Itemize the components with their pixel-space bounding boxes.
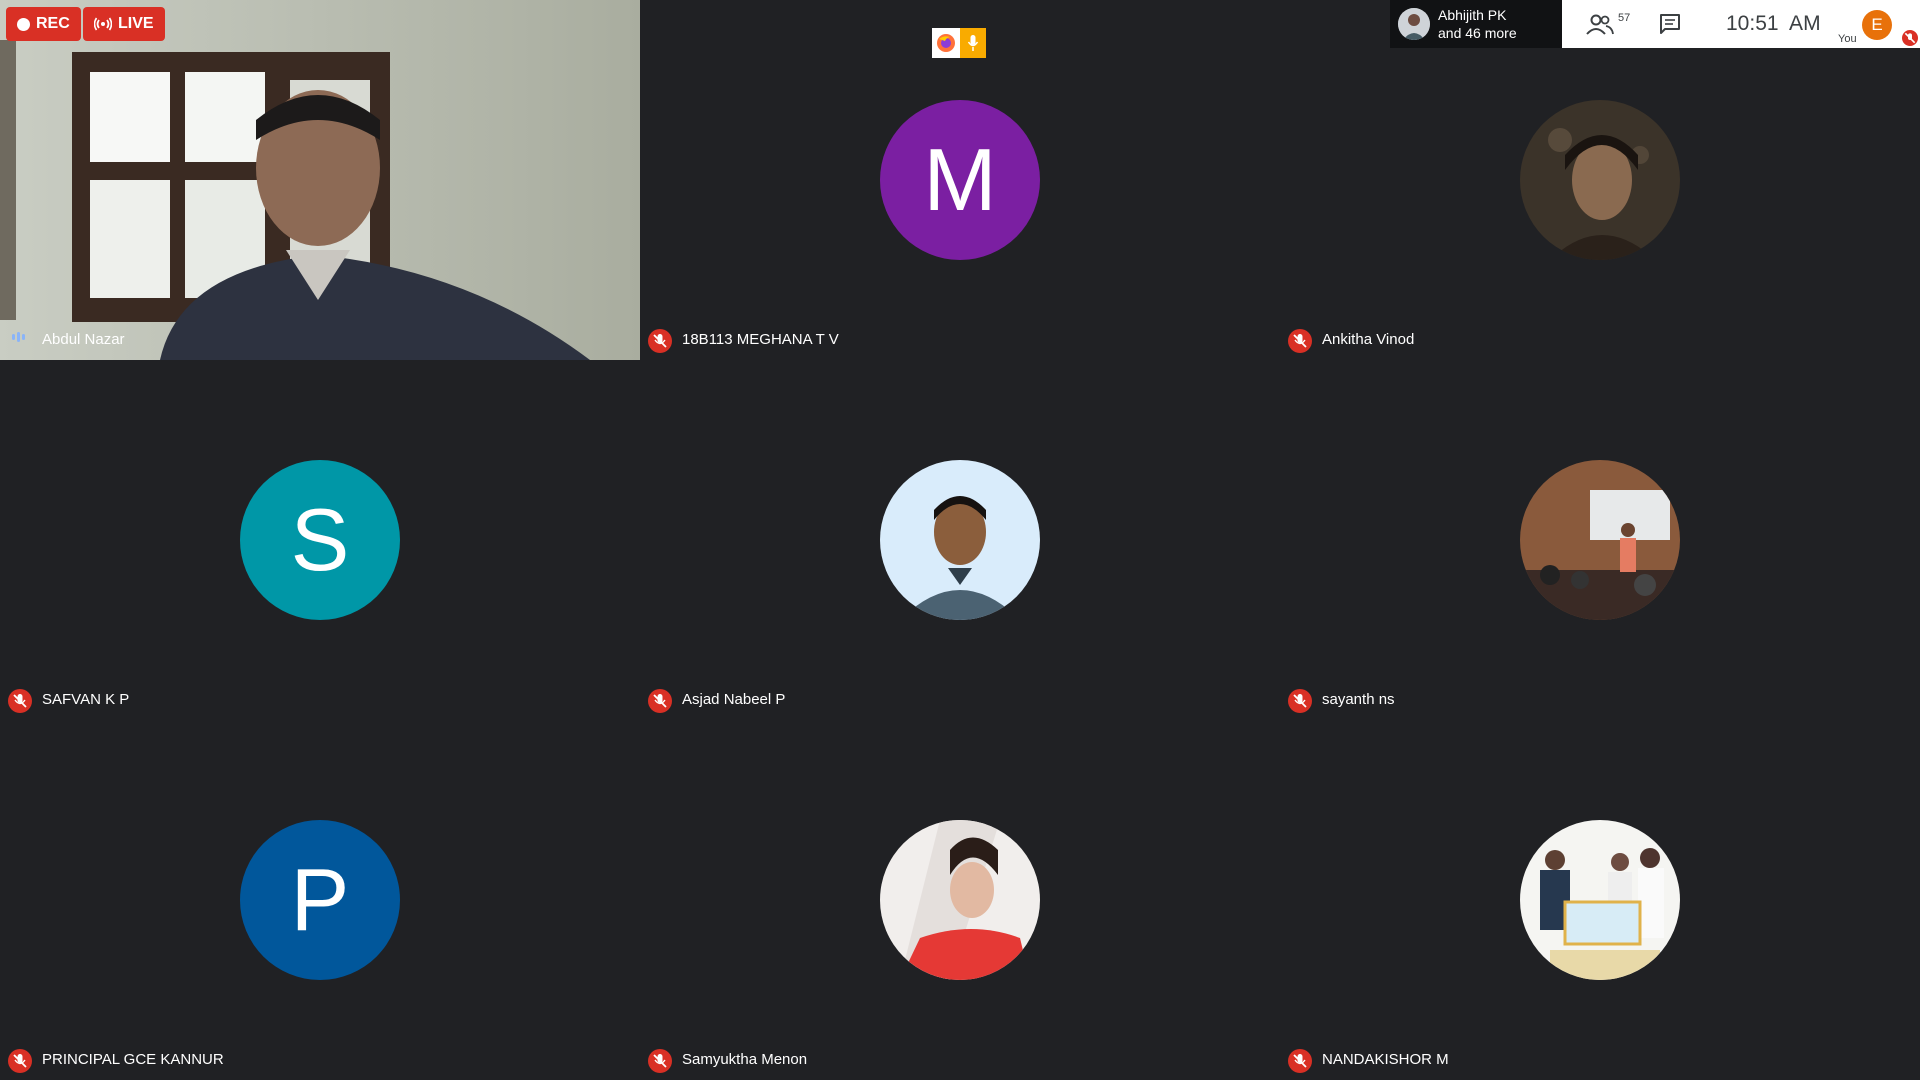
record-dot-icon (17, 17, 30, 31)
participant-name: Samyuktha Menon (682, 1051, 808, 1068)
live-label: LIVE (118, 15, 154, 32)
mic-off-icon (1288, 1049, 1312, 1073)
rec-label: REC (36, 15, 70, 32)
participant-name: NANDAKISHOR M (1322, 1051, 1449, 1068)
mic-off-icon (648, 689, 672, 713)
participant-name: 18B113 MEGHANA T V (682, 331, 839, 348)
participant-tile[interactable]: S SAFVAN K P (0, 360, 640, 720)
participant-name: Asjad Nabeel P (682, 691, 786, 708)
live-badge[interactable]: LIVE (83, 7, 165, 41)
participant-tile[interactable]: NANDAKISHOR M (1280, 720, 1920, 1080)
participant-name: Abdul Nazar (42, 331, 125, 348)
broadcast-icon (94, 17, 112, 31)
participant-tile[interactable]: P PRINCIPAL GCE KANNUR (0, 720, 640, 1080)
portrait-photo-icon (880, 820, 1040, 980)
participant-tile[interactable]: Samyuktha Menon (640, 720, 1280, 1080)
mic-off-icon (1288, 689, 1312, 713)
mic-off-icon (648, 329, 672, 353)
participant-tile[interactable]: Ankitha Vinod (1280, 0, 1920, 360)
mic-off-icon (648, 1049, 672, 1073)
video-tile-abdul-nazar[interactable]: Abdul Nazar (0, 0, 640, 360)
participant-name: sayanth ns (1322, 691, 1395, 708)
participant-name: SAFVAN K P (42, 691, 130, 708)
mic-off-icon (1288, 329, 1312, 353)
participant-name: Ankitha Vinod (1322, 331, 1415, 348)
initial-avatar: S (240, 460, 400, 620)
participant-name: PRINCIPAL GCE KANNUR (42, 1051, 224, 1068)
rec-badge[interactable]: REC (6, 7, 81, 41)
participant-tile[interactable]: M 18B113 MEGHANA T V (640, 0, 1280, 360)
portrait-photo-icon (1520, 100, 1680, 260)
initial-avatar: P (240, 820, 400, 980)
mic-off-icon (8, 689, 32, 713)
classroom-photo-icon (1520, 460, 1680, 620)
initial-avatar: M (880, 100, 1040, 260)
mic-off-icon (8, 1049, 32, 1073)
participant-tile[interactable]: sayanth ns (1280, 360, 1920, 720)
portrait-photo-icon (880, 460, 1040, 620)
award-photo-icon (1520, 820, 1680, 980)
camera-video-feed (0, 0, 640, 360)
participant-tile[interactable]: Asjad Nabeel P (640, 360, 1280, 720)
speaking-indicator-icon (12, 332, 25, 342)
